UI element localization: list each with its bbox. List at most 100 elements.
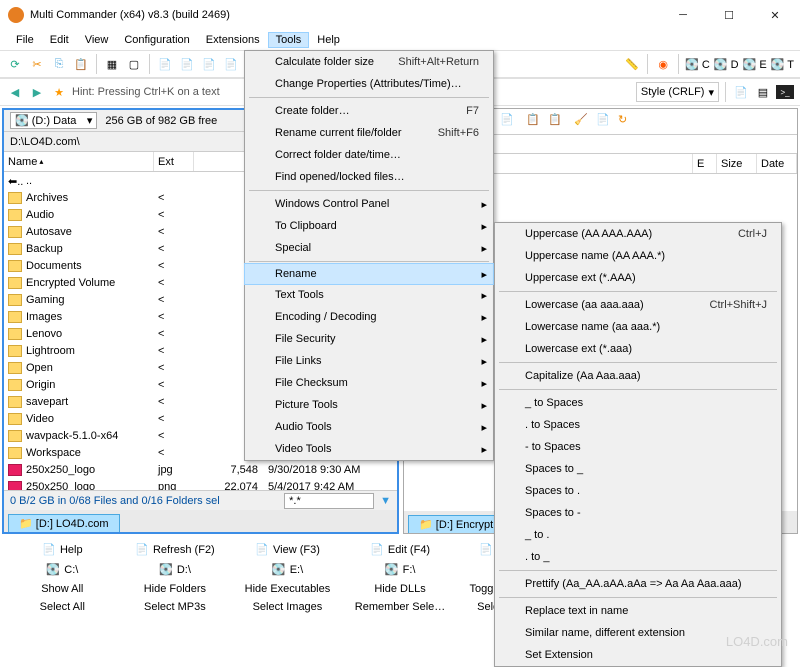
col-name[interactable]: Name▴ (4, 152, 154, 171)
fn-button[interactable]: Select All (6, 598, 119, 616)
forward-icon[interactable]: ▶ (28, 83, 46, 101)
col-size-r[interactable]: Size (717, 154, 757, 173)
doc-icon[interactable]: 📄 (732, 83, 750, 101)
fn-button[interactable]: Hide Executables (231, 580, 344, 598)
fn-button[interactable]: 📄Edit (F4) (344, 540, 457, 560)
menu-item[interactable]: Picture Tools▸ (245, 394, 493, 416)
back-icon[interactable]: ◀ (6, 83, 24, 101)
select-all-icon[interactable]: ▦ (103, 55, 121, 73)
fn-button[interactable]: Select Images (231, 598, 344, 616)
fn-button[interactable]: 💽F:\ (344, 560, 457, 580)
close-button[interactable]: ✕ (752, 0, 798, 30)
fn-button[interactable]: Hide DLLs (344, 580, 457, 598)
copy-icon[interactable]: ⎘ (50, 55, 68, 73)
drive-t[interactable]: 💽 T (771, 58, 794, 71)
menu-item[interactable]: Calculate folder sizeShift+Alt+Return (245, 51, 493, 73)
fn-button[interactable]: 💽C:\ (6, 560, 119, 580)
doc-remove-icon[interactable]: 📄 (500, 113, 518, 131)
left-drive-dropdown[interactable]: 💽 (D:) Data (10, 112, 97, 129)
menu-item[interactable]: Rename current file/folderShift+F6 (245, 122, 493, 144)
fn-button[interactable]: Remember Sele… (344, 598, 457, 616)
paste2-icon[interactable]: 📋 (548, 113, 566, 131)
menu-tools[interactable]: Tools (268, 32, 310, 48)
filter-icon[interactable]: ▼ (380, 495, 391, 507)
menu-item[interactable]: Video Tools▸ (245, 438, 493, 460)
menu-item[interactable]: Windows Control Panel▸ (245, 193, 493, 215)
maximize-button[interactable]: ☐ (706, 0, 752, 30)
menu-item[interactable]: Replace text in name (495, 600, 781, 622)
col-ext[interactable]: Ext (154, 152, 194, 171)
menu-item[interactable]: Similar name, different extension (495, 622, 781, 644)
menu-item[interactable]: Uppercase ext (*.AAA) (495, 267, 781, 289)
ruler-icon[interactable]: 📏 (623, 55, 641, 73)
fn-button[interactable]: 📄View (F3) (231, 540, 344, 560)
menu-item[interactable]: _ to Spaces (495, 392, 781, 414)
menu-item[interactable]: _ to . (495, 524, 781, 546)
fn-button[interactable]: Select MP3s (119, 598, 232, 616)
left-filter-input[interactable] (284, 493, 374, 509)
menu-item[interactable]: . to _ (495, 546, 781, 568)
menu-item[interactable]: Set Extension (495, 644, 781, 666)
menu-item[interactable]: Prettify (Aa_AA.aAA.aAa => Aa Aa Aaa.aaa… (495, 573, 781, 595)
select-none-icon[interactable]: ▢ (125, 55, 143, 73)
menu-item[interactable]: Capitalize (Aa Aaa.aaa) (495, 365, 781, 387)
list-icon[interactable]: ▤ (754, 83, 772, 101)
cut-icon[interactable]: ✂ (28, 55, 46, 73)
favorite-icon[interactable]: ★ (50, 83, 68, 101)
menu-item[interactable]: Spaces to . (495, 480, 781, 502)
menu-item[interactable]: Lowercase name (aa aaa.*) (495, 316, 781, 338)
move-to-icon[interactable]: 📄 (178, 55, 196, 73)
drive-d[interactable]: 💽 D (714, 58, 739, 71)
terminal-icon[interactable]: >_ (776, 85, 794, 99)
menu-item[interactable]: Text Tools▸ (245, 284, 493, 306)
paste-icon[interactable]: 📋 (72, 55, 90, 73)
file-row[interactable]: 250x250_logojpg7,5489/30/2018 9:30 AM (4, 461, 397, 478)
fn-button[interactable]: 💽E:\ (231, 560, 344, 580)
menu-item[interactable]: - to Spaces (495, 436, 781, 458)
menu-item[interactable]: Encoding / Decoding▸ (245, 306, 493, 328)
menu-view[interactable]: View (77, 32, 117, 48)
menu-item[interactable]: Special▸ (245, 237, 493, 259)
refresh-icon[interactable]: ⟳ (6, 55, 24, 73)
menu-item[interactable]: Lowercase ext (*.aaa) (495, 338, 781, 360)
fn-button[interactable]: 💽D:\ (119, 560, 232, 580)
color-icon[interactable]: ◉ (654, 55, 672, 73)
menu-item[interactable]: File Links▸ (245, 350, 493, 372)
drive-e[interactable]: 💽 E (743, 58, 767, 71)
redo-icon[interactable]: ↻ (618, 113, 636, 131)
copy-to-icon[interactable]: 📄 (156, 55, 174, 73)
col-date-r[interactable]: Date (757, 154, 797, 173)
menu-item[interactable]: Spaces to _ (495, 458, 781, 480)
new-icon[interactable]: 📄 (596, 113, 614, 131)
menu-file[interactable]: File (8, 32, 42, 48)
menu-item[interactable]: File Security▸ (245, 328, 493, 350)
menu-item[interactable]: File Checksum▸ (245, 372, 493, 394)
menu-item[interactable]: Spaces to - (495, 502, 781, 524)
erase-icon[interactable]: 🧹 (574, 113, 592, 131)
menu-item[interactable]: Create folder…F7 (245, 100, 493, 122)
menu-help[interactable]: Help (309, 32, 348, 48)
menu-configuration[interactable]: Configuration (116, 32, 197, 48)
fn-button[interactable]: 📄Refresh (F2) (119, 540, 232, 560)
fn-button[interactable]: Show All (6, 580, 119, 598)
delete-icon[interactable]: 📄 (200, 55, 218, 73)
menu-item[interactable]: Audio Tools▸ (245, 416, 493, 438)
file-row[interactable]: 250x250_logopng22,0745/4/2017 9:42 AM (4, 478, 397, 490)
menu-item[interactable]: To Clipboard▸ (245, 215, 493, 237)
menu-edit[interactable]: Edit (42, 32, 77, 48)
minimize-button[interactable]: ─ (660, 0, 706, 30)
fn-button[interactable]: Hide Folders (119, 580, 232, 598)
menu-item[interactable]: Uppercase (AA AAA.AAA)Ctrl+J (495, 223, 781, 245)
fn-button[interactable]: 📄Help (6, 540, 119, 560)
menu-item[interactable]: Change Properties (Attributes/Time)… (245, 73, 493, 95)
menu-item[interactable]: Rename▸ (244, 263, 494, 285)
menu-item[interactable]: Correct folder date/time… (245, 144, 493, 166)
menu-item[interactable]: Uppercase name (AA AAA.*) (495, 245, 781, 267)
menu-item[interactable]: . to Spaces (495, 414, 781, 436)
copy2-icon[interactable]: 📋 (526, 113, 544, 131)
drive-c[interactable]: 💽 C (685, 58, 710, 71)
left-tab[interactable]: 📁 [D:] LO4D.com (8, 514, 120, 532)
style-combo[interactable]: Style (CRLF)▾ (636, 82, 719, 102)
menu-item[interactable]: Find opened/locked files… (245, 166, 493, 188)
pack-icon[interactable]: 📄 (222, 55, 240, 73)
